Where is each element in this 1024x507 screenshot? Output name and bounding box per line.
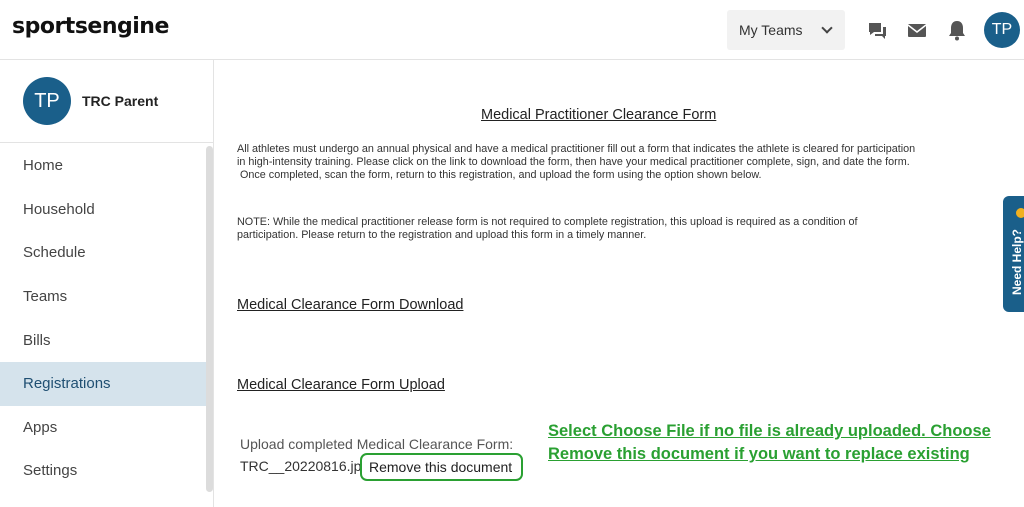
upload-heading: Medical Clearance Form Upload: [237, 377, 445, 393]
remove-document-button[interactable]: Remove this document: [360, 453, 524, 481]
my-teams-dropdown[interactable]: My Teams: [727, 10, 845, 50]
upload-label: Upload completed Medical Clearance Form:: [240, 436, 514, 452]
sidebar: TP TRC Parent Home Household Schedule Te…: [0, 60, 214, 507]
sidebar-item-household[interactable]: Household: [0, 188, 206, 232]
main-content: Medical Practitioner Clearance Form All …: [215, 60, 1024, 507]
note-line: participation. Please return to the regi…: [237, 229, 647, 241]
sidebar-item-registrations[interactable]: Registrations: [0, 361, 206, 406]
annotation-line: Remove this document if you want to repl…: [548, 445, 970, 463]
sidebar-user-name: TRC Parent: [82, 93, 159, 109]
sportsengine-logo[interactable]: sportsengine: [12, 14, 169, 39]
sidebar-item-apps[interactable]: Apps: [0, 406, 206, 450]
annotation-line: Select Choose File if no file is already…: [548, 422, 991, 440]
annotation-note: Select Choose File if no file is already…: [548, 420, 991, 466]
note-line: NOTE: While the medical practitioner rel…: [237, 216, 858, 228]
avatar-initials: TP: [991, 21, 1013, 38]
sidebar-scrollbar[interactable]: [206, 146, 213, 492]
my-teams-label: My Teams: [739, 22, 803, 38]
logo-text: sportsengine: [12, 14, 169, 39]
need-help-tab[interactable]: Need Help?: [1003, 196, 1024, 312]
chevron-down-icon: [821, 22, 833, 34]
intro-line: Once completed, scan the form, return to…: [237, 169, 762, 181]
sidebar-nav: Home Household Schedule Teams Bills Regi…: [0, 144, 206, 493]
bell-icon[interactable]: [946, 19, 968, 41]
sidebar-item-settings[interactable]: Settings: [0, 449, 206, 493]
sidebar-user[interactable]: TP TRC Parent: [0, 60, 214, 143]
sidebar-avatar-initials: TP: [34, 89, 60, 112]
chat-icon[interactable]: [866, 19, 888, 41]
sidebar-item-teams[interactable]: Teams: [0, 275, 206, 319]
intro-line: in high-intensity training. Please click…: [237, 156, 910, 168]
sidebar-item-schedule[interactable]: Schedule: [0, 231, 206, 275]
top-bar: sportsengine My Teams TP: [0, 0, 1024, 60]
sidebar-item-bills[interactable]: Bills: [0, 318, 206, 362]
intro-line: All athletes must undergo an annual phys…: [237, 143, 916, 155]
form-title: Medical Practitioner Clearance Form: [481, 107, 717, 123]
user-avatar[interactable]: TP: [984, 12, 1020, 48]
need-help-label: Need Help?: [1010, 228, 1024, 295]
sidebar-avatar: TP: [23, 77, 71, 125]
intro-paragraph: All athletes must undergo an annual phys…: [237, 143, 972, 182]
download-form-link[interactable]: Medical Clearance Form Download: [237, 297, 463, 313]
uploaded-file-name: TRC__20220816.jpg: [240, 458, 370, 474]
sidebar-item-home[interactable]: Home: [0, 144, 206, 188]
note-paragraph: NOTE: While the medical practitioner rel…: [237, 216, 972, 242]
mail-icon[interactable]: [906, 19, 928, 41]
